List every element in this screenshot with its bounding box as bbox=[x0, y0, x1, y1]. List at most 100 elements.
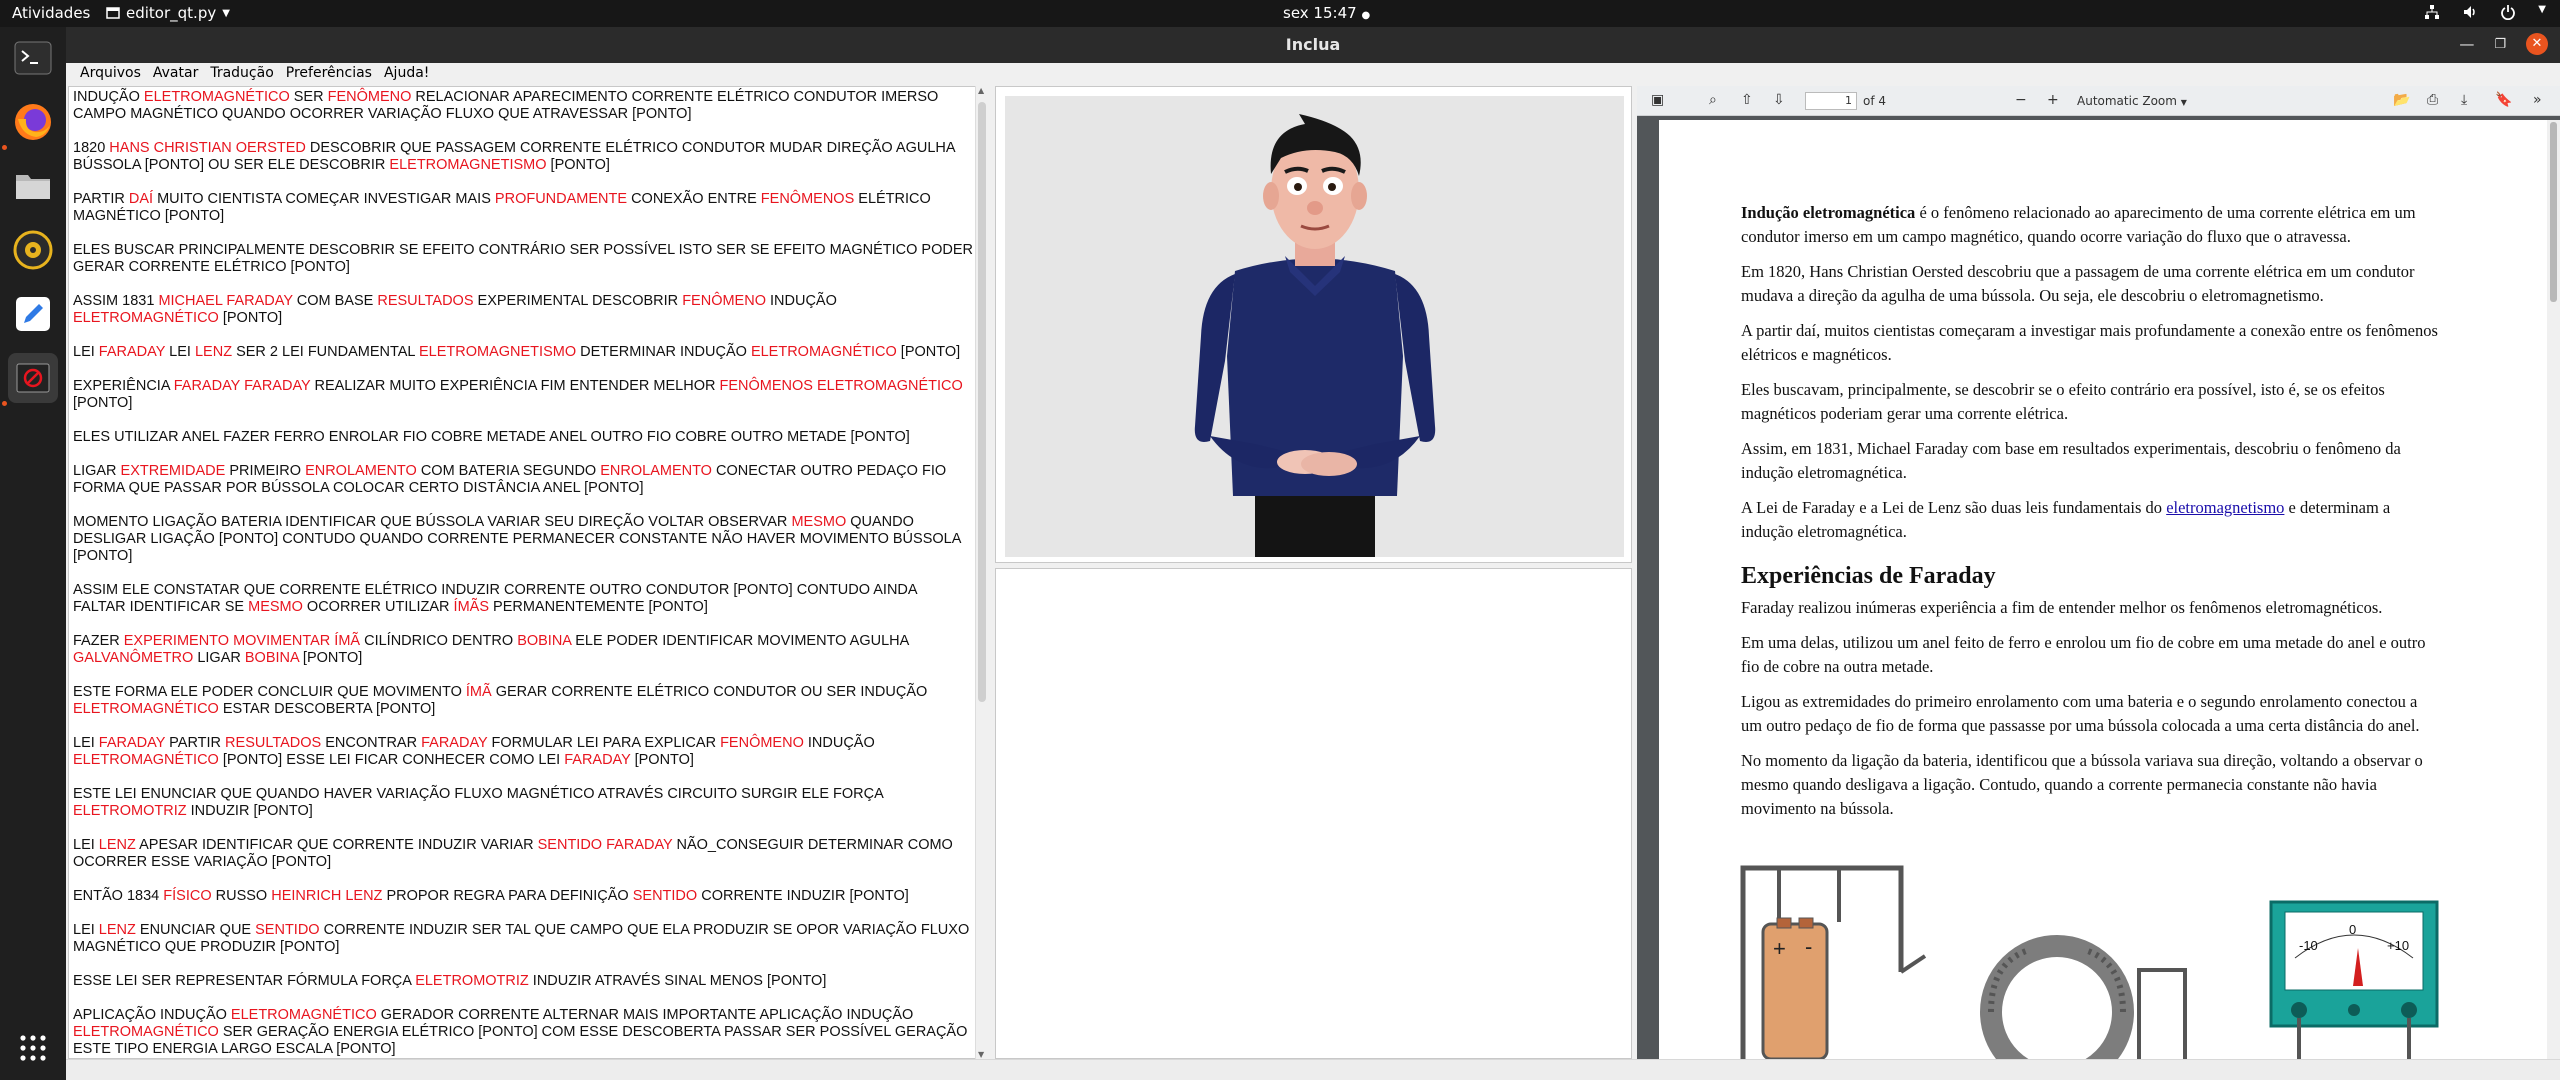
zoom-in-icon[interactable]: + bbox=[2047, 92, 2059, 108]
gloss-paragraph[interactable]: FAZER EXPERIMENTO MOVIMENTAR ÍMÃ CILÍNDR… bbox=[73, 633, 973, 667]
menu-preferencias[interactable]: Preferências bbox=[280, 63, 378, 85]
activities-button[interactable]: Atividades bbox=[12, 4, 90, 22]
highlighted-sign: LENZ bbox=[98, 837, 136, 853]
gloss-paragraph[interactable]: ASSIM 1831 MICHAEL FARADAY COM BASE RESU… bbox=[73, 293, 973, 327]
gloss-text-segment: [PONTO] bbox=[546, 157, 610, 173]
gloss-paragraph[interactable]: LEI LENZ ENUNCIAR QUE SENTIDO CORRENTE I… bbox=[73, 922, 973, 956]
zoom-select[interactable]: Automatic Zoom ▼ bbox=[2077, 94, 2187, 108]
gloss-paragraph[interactable]: ESTE FORMA ELE PODER CONCLUIR QUE MOVIME… bbox=[73, 684, 973, 718]
gloss-text-editor[interactable]: INDUÇÃO ELETROMAGNÉTICO SER FENÔMENO REL… bbox=[68, 86, 987, 1059]
restore-icon[interactable]: ❐ bbox=[2494, 37, 2506, 52]
scroll-down-icon[interactable]: ▼ bbox=[978, 1050, 984, 1059]
gloss-text-segment: APESAR IDENTIFICAR QUE CORRENTE INDUZIR … bbox=[135, 837, 538, 853]
scroll-thumb[interactable] bbox=[978, 102, 986, 702]
sidebar-toggle-icon[interactable]: ▣ bbox=[1651, 92, 1664, 108]
app-name: editor_qt.py bbox=[126, 4, 217, 22]
clock[interactable]: sex 15:47 ● bbox=[1283, 4, 1370, 22]
gloss-paragraph[interactable]: LEI FARADAY PARTIR RESULTADOS ENCONTRAR … bbox=[73, 735, 973, 769]
highlighted-sign: HEINRICH LENZ bbox=[271, 888, 383, 904]
print-icon[interactable]: ⎙ bbox=[2427, 92, 2438, 108]
gloss-paragraph[interactable]: ESSE LEI SER REPRESENTAR FÓRMULA FORÇA E… bbox=[73, 973, 973, 990]
signing-avatar bbox=[1194, 114, 1436, 557]
gloss-text-segment: [PONTO] bbox=[896, 344, 961, 360]
gloss-paragraph[interactable]: PARTIR DAÍ MUITO CIENTISTA COMEÇAR INVES… bbox=[73, 191, 973, 225]
page-number-input[interactable]: 1 bbox=[1805, 92, 1857, 110]
paragraph: Assim, em 1831, Michael Faraday com base… bbox=[1741, 439, 2401, 482]
show-apps-button[interactable] bbox=[8, 1023, 58, 1073]
power-icon[interactable] bbox=[2500, 4, 2516, 20]
paragraph-text: A Lei de Faraday e a Lei de Lenz são dua… bbox=[1741, 498, 2167, 517]
text-scrollbar[interactable]: ▲ ▼ bbox=[975, 86, 987, 1059]
minimize-icon[interactable]: — bbox=[2459, 35, 2474, 53]
text-editor-launcher[interactable] bbox=[8, 289, 58, 339]
scroll-up-icon[interactable]: ▲ bbox=[978, 86, 984, 95]
gloss-paragraph[interactable]: 1820 HANS CHRISTIAN OERSTED DESCOBRIR QU… bbox=[73, 140, 973, 174]
eletromagnetismo-link[interactable]: eletromagnetismo bbox=[2166, 498, 2284, 517]
highlighted-sign: FARADAY bbox=[564, 752, 631, 768]
gloss-paragraph[interactable]: MOMENTO LIGAÇÃO BATERIA IDENTIFICAR QUE … bbox=[73, 514, 973, 565]
gloss-paragraph[interactable]: LEI FARADAY LEI LENZ SER 2 LEI FUNDAMENT… bbox=[73, 344, 973, 361]
bookmark-icon[interactable]: 🔖 bbox=[2495, 92, 2512, 108]
gloss-text-segment: EXPERIÊNCIA bbox=[73, 378, 174, 394]
gloss-text-segment: MOMENTO LIGAÇÃO BATERIA IDENTIFICAR QUE … bbox=[73, 514, 792, 530]
status-bar bbox=[66, 1059, 2560, 1080]
download-icon[interactable]: ⤓ bbox=[2461, 92, 2467, 108]
firefox-launcher[interactable] bbox=[8, 97, 58, 147]
app-menu[interactable]: editor_qt.py ▼ bbox=[106, 4, 230, 22]
pdf-viewer[interactable]: ▣ ⌕ ⇧ ⇩ 1 of 4 − + Automatic Zoom ▼ 📂 ⎙ … bbox=[1637, 86, 2560, 1059]
gloss-paragraph[interactable]: EXPERIÊNCIA FARADAY FARADAY REALIZAR MUI… bbox=[73, 378, 973, 412]
gloss-text-segment: SER bbox=[289, 89, 328, 105]
gloss-paragraph[interactable]: INDUÇÃO ELETROMAGNÉTICO SER FENÔMENO REL… bbox=[73, 89, 973, 123]
terminal-launcher[interactable] bbox=[8, 33, 58, 83]
gloss-text-segment: [PONTO] bbox=[630, 752, 694, 768]
menu-traducao[interactable]: Tradução bbox=[204, 63, 279, 85]
highlighted-sign: SENTIDO FARADAY bbox=[537, 837, 673, 853]
pdf-scrollbar[interactable] bbox=[2547, 120, 2560, 1059]
avatar-viewport[interactable] bbox=[995, 86, 1632, 563]
gloss-paragraph[interactable]: ELES UTILIZAR ANEL FAZER FERRO ENROLAR F… bbox=[73, 429, 973, 446]
chevron-down-icon[interactable]: ▼ bbox=[2538, 4, 2546, 20]
previous-page-icon[interactable]: ⇧ bbox=[1741, 92, 1753, 108]
battery-minus: - bbox=[1805, 934, 1812, 959]
files-launcher[interactable] bbox=[8, 161, 58, 211]
window-titlebar[interactable]: Inclua — ❐ ✕ bbox=[66, 27, 2560, 63]
grid-icon bbox=[20, 1035, 46, 1061]
gloss-text-segment: ELES BUSCAR PRINCIPALMENTE DESCOBRIR SE … bbox=[73, 242, 973, 275]
gloss-text-segment: PERMANENTEMENTE [PONTO] bbox=[489, 599, 708, 615]
gloss-text-segment: COM BATERIA SEGUNDO bbox=[416, 463, 601, 479]
gloss-text-segment: OCORRER UTILIZAR bbox=[302, 599, 454, 615]
gloss-paragraph[interactable]: ESTE LEI ENUNCIAR QUE QUANDO HAVER VARIA… bbox=[73, 786, 973, 820]
paragraph: Em uma delas, utilizou um anel feito de … bbox=[1741, 633, 2426, 676]
music-launcher[interactable] bbox=[8, 225, 58, 275]
zoom-out-icon[interactable]: − bbox=[2015, 92, 2027, 108]
menu-avatar[interactable]: Avatar bbox=[147, 63, 204, 85]
search-icon[interactable]: ⌕ bbox=[1709, 92, 1717, 108]
highlighted-sign: ELETROMAGNÉTICO bbox=[73, 310, 219, 326]
next-page-icon[interactable]: ⇩ bbox=[1773, 92, 1785, 108]
gloss-paragraph[interactable]: ASSIM ELE CONSTATAR QUE CORRENTE ELÉTRIC… bbox=[73, 582, 973, 616]
highlighted-sign: ELETROMAGNÉTICO bbox=[73, 701, 219, 717]
highlighted-sign: MICHAEL FARADAY bbox=[158, 293, 293, 309]
gloss-paragraph[interactable]: ELES BUSCAR PRINCIPALMENTE DESCOBRIR SE … bbox=[73, 242, 973, 276]
inclua-launcher[interactable] bbox=[8, 353, 58, 403]
gloss-paragraph[interactable]: ENTÃO 1834 FÍSICO RUSSO HEINRICH LENZ PR… bbox=[73, 888, 973, 905]
pdf-page: Indução eletromagnética é o fenômeno rel… bbox=[1659, 120, 2547, 1059]
window-title: Inclua bbox=[1285, 35, 1341, 54]
menu-ajuda[interactable]: Ajuda! bbox=[378, 63, 435, 85]
tools-menu-icon[interactable]: » bbox=[2533, 92, 2542, 108]
gloss-paragraph[interactable]: LIGAR EXTREMIDADE PRIMEIRO ENROLAMENTO C… bbox=[73, 463, 973, 497]
system-tray[interactable]: ▼ bbox=[2424, 4, 2546, 20]
open-file-icon[interactable]: 📂 bbox=[2393, 92, 2410, 108]
pdf-scroll-thumb[interactable] bbox=[2550, 122, 2557, 302]
gloss-paragraph[interactable]: LEI LENZ APESAR IDENTIFICAR QUE CORRENTE… bbox=[73, 837, 973, 871]
highlighted-sign: MESMO bbox=[248, 599, 303, 615]
network-icon[interactable] bbox=[2424, 4, 2440, 20]
gloss-text[interactable]: INDUÇÃO ELETROMAGNÉTICO SER FENÔMENO REL… bbox=[73, 89, 973, 1058]
volume-icon[interactable] bbox=[2462, 4, 2478, 20]
highlighted-sign: ELETROMAGNETISMO bbox=[389, 157, 547, 173]
menu-arquivos[interactable]: Arquivos bbox=[74, 63, 147, 85]
gloss-text-segment: LEI bbox=[73, 344, 99, 360]
close-icon[interactable]: ✕ bbox=[2526, 33, 2548, 55]
running-indicator bbox=[2, 401, 7, 406]
gloss-paragraph[interactable]: APLICAÇÃO INDUÇÃO ELETROMAGNÉTICO GERADO… bbox=[73, 1007, 973, 1058]
